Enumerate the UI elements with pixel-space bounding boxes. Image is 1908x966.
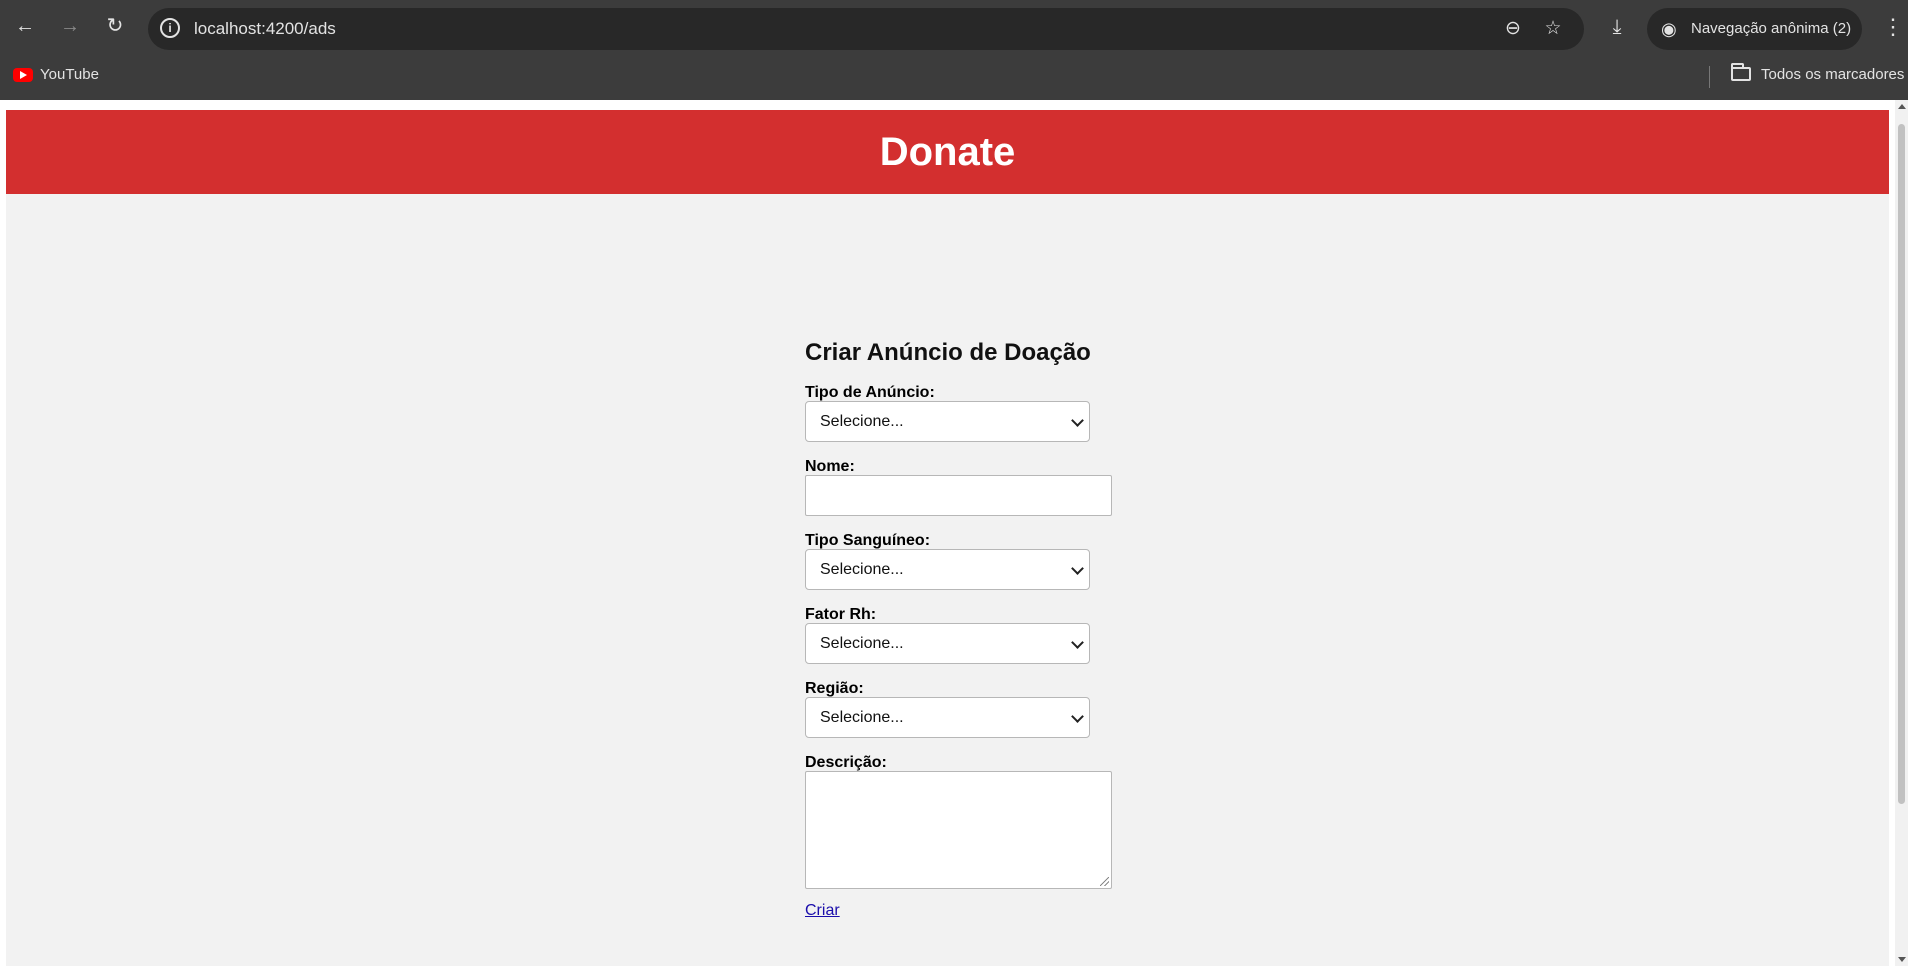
incognito-label: Navegação anônima (2): [1691, 20, 1852, 37]
scroll-up-arrow-icon[interactable]: [1898, 104, 1906, 109]
blood-type-label: Tipo Sanguíneo:: [805, 532, 931, 549]
forward-arrow-icon[interactable]: →: [56, 12, 84, 40]
chevron-down-icon: [1071, 414, 1084, 427]
incognito-icon: ◉: [1661, 19, 1677, 39]
name-input[interactable]: [805, 475, 1112, 516]
blood-type-select[interactable]: Selecione...: [805, 549, 1090, 590]
scroll-down-arrow-icon[interactable]: [1898, 957, 1906, 962]
chevron-down-icon: [1071, 710, 1084, 723]
site-info-icon[interactable]: i: [160, 18, 180, 38]
url-text[interactable]: localhost:4200/ads: [194, 19, 336, 39]
name-label: Nome:: [805, 458, 855, 475]
description-textarea[interactable]: [805, 771, 1112, 889]
bookmark-youtube[interactable]: YouTube: [40, 66, 99, 83]
region-value: Selecione...: [820, 709, 904, 726]
incognito-indicator[interactable]: ◉ Navegação anônima (2): [1647, 8, 1862, 50]
rh-factor-select[interactable]: Selecione...: [805, 623, 1090, 664]
resize-handle-icon[interactable]: [1100, 877, 1109, 886]
chevron-down-icon: [1071, 636, 1084, 649]
folder-icon[interactable]: [1731, 63, 1751, 81]
rh-factor-value: Selecione...: [820, 635, 904, 652]
page-body: Donate Criar Anúncio de Doação Tipo de A…: [6, 110, 1889, 966]
page-viewport: Donate Criar Anúncio de Doação Tipo de A…: [0, 100, 1908, 966]
site-title: Donate: [879, 130, 1016, 174]
chevron-down-icon: [1071, 562, 1084, 575]
region-label: Região:: [805, 680, 864, 697]
vertical-scrollbar[interactable]: [1895, 100, 1908, 966]
ad-type-label: Tipo de Anúncio:: [805, 384, 935, 401]
zoom-out-icon[interactable]: ⊖: [1502, 18, 1524, 40]
form-title: Criar Anúncio de Doação: [805, 339, 1091, 366]
back-arrow-icon[interactable]: ←: [11, 12, 39, 40]
site-header: Donate: [6, 110, 1889, 194]
browser-toolbar: ← → ↻ i localhost:4200/ads ⊖ ☆ ⤓ ◉ Naveg…: [0, 0, 1908, 58]
download-icon[interactable]: ⤓: [1604, 14, 1630, 40]
address-bar[interactable]: i localhost:4200/ads ⊖ ☆: [148, 8, 1584, 50]
ad-type-select[interactable]: Selecione...: [805, 401, 1090, 442]
blood-type-value: Selecione...: [820, 561, 904, 578]
browser-chrome: ← → ↻ i localhost:4200/ads ⊖ ☆ ⤓ ◉ Naveg…: [0, 0, 1908, 100]
bookmark-star-icon[interactable]: ☆: [1542, 18, 1564, 40]
all-bookmarks-link[interactable]: Todos os marcadores: [1761, 66, 1904, 83]
bookmarks-divider: [1709, 66, 1710, 88]
region-select[interactable]: Selecione...: [805, 697, 1090, 738]
create-link[interactable]: Criar: [805, 902, 840, 920]
youtube-icon[interactable]: [13, 68, 33, 82]
description-label: Descrição:: [805, 754, 887, 771]
bookmarks-bar: YouTube Todos os marcadores: [0, 58, 1908, 100]
reload-icon[interactable]: ↻: [101, 12, 129, 40]
ad-type-value: Selecione...: [820, 413, 904, 430]
scroll-thumb[interactable]: [1898, 124, 1905, 804]
browser-menu-icon[interactable]: ⋮: [1882, 14, 1904, 40]
rh-factor-label: Fator Rh:: [805, 606, 877, 623]
